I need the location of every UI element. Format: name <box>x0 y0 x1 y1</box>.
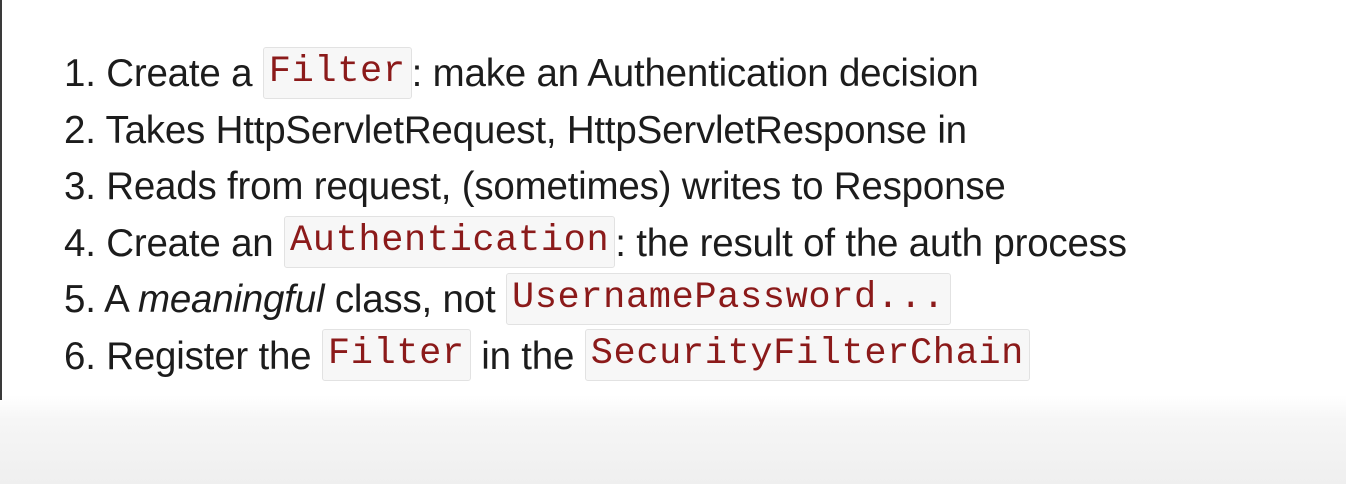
slide: 1. Create a Filter: make an Authenticati… <box>0 0 1346 484</box>
emphasis-text: meaningful <box>137 278 325 321</box>
step-text: : make an Authentication decision <box>411 52 979 95</box>
step-number: 1. <box>64 52 96 95</box>
step-text: Create a <box>106 52 253 95</box>
step-text: Takes HttpServletRequest, HttpServletRes… <box>105 108 968 152</box>
steps-list: 1. Create a Filter: make an Authenticati… <box>64 46 1127 385</box>
step-1: 1. Create a Filter: make an Authenticati… <box>64 46 1127 103</box>
code-authentication: Authentication <box>284 216 616 269</box>
step-2: 2. Takes HttpServletRequest, HttpServlet… <box>64 103 1127 160</box>
step-text: A <box>104 278 128 321</box>
code-username-password: UsernamePassword... <box>505 272 952 325</box>
step-text: in the <box>481 334 575 378</box>
step-number: 3. <box>64 165 96 208</box>
step-number: 6. <box>64 334 96 378</box>
step-text: : the result of the auth process <box>615 221 1127 265</box>
step-text: Reads from request, (sometimes) writes t… <box>106 165 1006 208</box>
step-5: 5. A meaningful class, not UsernamePassw… <box>64 272 1127 329</box>
code-security-filter-chain: SecurityFilterChain <box>584 329 1030 382</box>
step-3: 3. Reads from request, (sometimes) write… <box>64 159 1127 216</box>
step-number: 4. <box>64 221 96 265</box>
code-filter: Filter <box>321 329 471 382</box>
step-text: class, not <box>334 278 496 321</box>
step-text: Create an <box>106 221 274 265</box>
step-text: Register the <box>106 334 312 378</box>
step-6: 6. Register the Filter in the SecurityFi… <box>64 329 1127 386</box>
code-filter: Filter <box>262 46 412 99</box>
window-edge <box>0 0 2 400</box>
step-number: 5. <box>64 278 96 321</box>
step-4: 4. Create an Authentication: the result … <box>64 216 1127 273</box>
step-number: 2. <box>64 108 96 152</box>
